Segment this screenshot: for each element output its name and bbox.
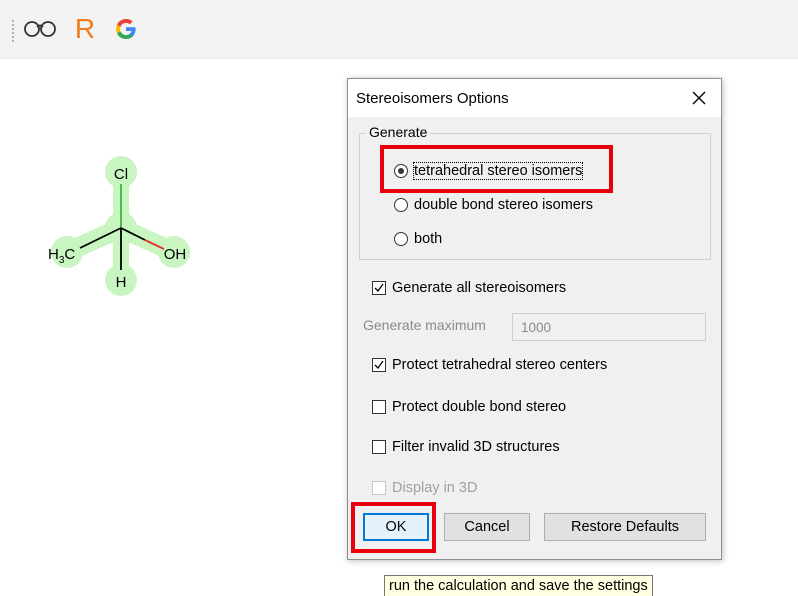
radio-both-label: both bbox=[414, 231, 443, 247]
checkmark-icon bbox=[374, 283, 384, 293]
atom-label-cl: Cl bbox=[114, 166, 128, 183]
checkbox-box[interactable] bbox=[372, 400, 386, 414]
checkbox-box[interactable] bbox=[372, 358, 386, 372]
checkbox-protect-tetrahedral-label: Protect tetrahedral stereo centers bbox=[392, 357, 608, 373]
checkbox-display-3d-label: Display in 3D bbox=[392, 480, 478, 496]
radio-double-bond[interactable]: double bond stereo isomers bbox=[394, 197, 593, 213]
atom-label-h: H bbox=[116, 274, 127, 291]
checkbox-box[interactable] bbox=[372, 440, 386, 454]
checkbox-box[interactable] bbox=[372, 281, 386, 295]
radio-button[interactable] bbox=[394, 198, 408, 212]
checkbox-generate-all-label: Generate all stereoisomers bbox=[392, 280, 567, 296]
toolbar: R bbox=[0, 0, 798, 59]
generate-maximum-input[interactable]: 1000 bbox=[512, 313, 706, 341]
generate-group-label: Generate bbox=[366, 124, 431, 140]
checkmark-icon bbox=[374, 360, 384, 370]
google-logo-icon[interactable] bbox=[112, 14, 140, 44]
stereoisomers-options-dialog: Stereoisomers Options Generate tetrahedr… bbox=[347, 78, 722, 560]
glasses-icon[interactable] bbox=[22, 14, 58, 44]
radio-button[interactable] bbox=[394, 232, 408, 246]
atom-label-oh: OH bbox=[164, 246, 187, 263]
ok-button[interactable]: OK bbox=[363, 513, 429, 541]
checkbox-protect-double-bond-label: Protect double bond stereo bbox=[392, 399, 567, 415]
checkbox-protect-double-bond[interactable]: Protect double bond stereo bbox=[372, 399, 566, 415]
checkbox-filter-invalid-label: Filter invalid 3D structures bbox=[392, 439, 560, 455]
tooltip: run the calculation and save the setting… bbox=[384, 575, 653, 596]
checkbox-protect-tetrahedral[interactable]: Protect tetrahedral stereo centers bbox=[372, 357, 607, 373]
radio-tetrahedral-label: tetrahedral stereo isomers bbox=[412, 162, 584, 180]
close-icon bbox=[692, 91, 706, 105]
restore-defaults-button[interactable]: Restore Defaults bbox=[544, 513, 706, 541]
radio-both[interactable]: both bbox=[394, 231, 442, 247]
toolbar-grip[interactable] bbox=[12, 20, 16, 42]
cancel-button[interactable]: Cancel bbox=[444, 513, 530, 541]
close-button[interactable] bbox=[683, 83, 715, 113]
dialog-titlebar[interactable]: Stereoisomers Options bbox=[348, 79, 721, 117]
radio-double-bond-label: double bond stereo isomers bbox=[414, 197, 593, 213]
generate-maximum-label: Generate maximum bbox=[363, 317, 486, 333]
radio-button-checked[interactable] bbox=[394, 164, 408, 178]
checkbox-generate-all[interactable]: Generate all stereoisomers bbox=[372, 280, 566, 296]
dialog-title: Stereoisomers Options bbox=[356, 90, 509, 107]
screen: R Cl H3C OH H Stereoisomers Options Gene… bbox=[0, 0, 798, 596]
radio-tetrahedral[interactable]: tetrahedral stereo isomers bbox=[394, 162, 584, 180]
checkbox-display-3d: Display in 3D bbox=[372, 480, 477, 496]
molecule-structure: Cl H3C OH H bbox=[48, 156, 190, 296]
checkbox-box-disabled bbox=[372, 481, 386, 495]
r-logo-icon[interactable]: R bbox=[74, 13, 96, 44]
checkbox-filter-invalid[interactable]: Filter invalid 3D structures bbox=[372, 439, 560, 455]
